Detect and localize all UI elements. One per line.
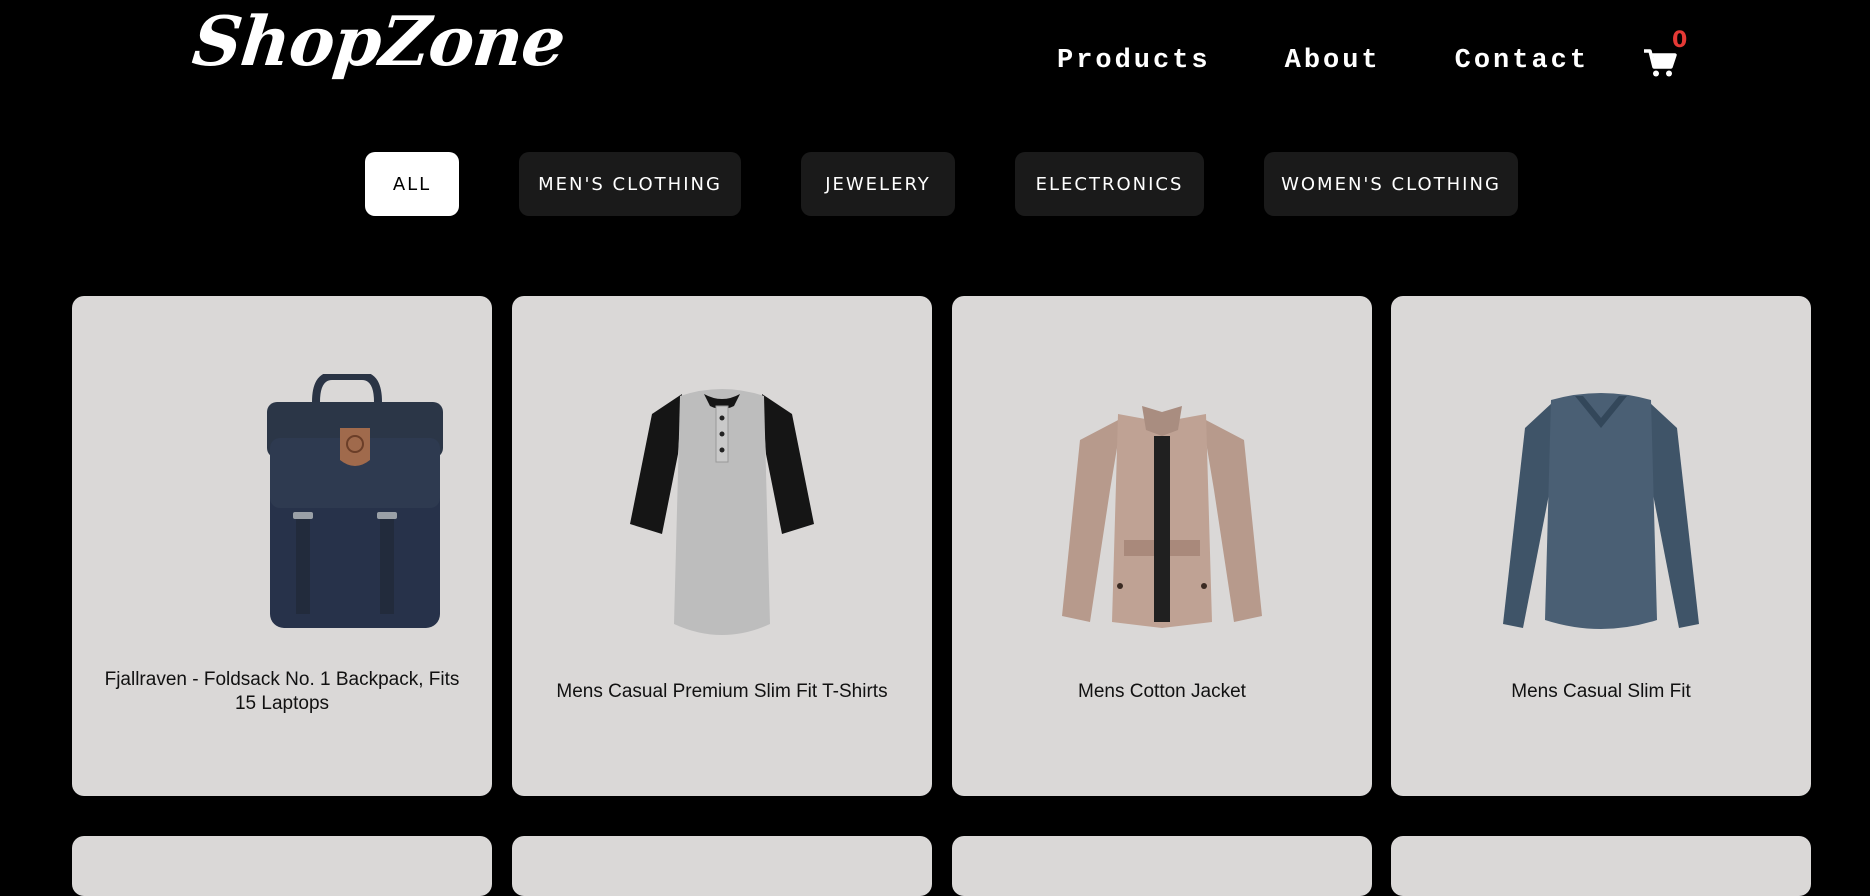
filter-mens-clothing-button[interactable]: MEN'S CLOTHING bbox=[519, 152, 741, 216]
filter-electronics-button[interactable]: ELECTRONICS bbox=[1015, 152, 1204, 216]
raglan-tshirt-image bbox=[630, 389, 814, 635]
cart-count-badge: 0 bbox=[1672, 28, 1688, 53]
product-card[interactable]: Mens Cotton Jacket bbox=[952, 296, 1372, 796]
product-title: Mens Casual Slim Fit bbox=[1511, 681, 1691, 702]
product-title: Mens Casual Premium Slim Fit T-Shirts bbox=[556, 681, 888, 702]
filter-all-button[interactable]: ALL bbox=[365, 152, 459, 216]
product-card[interactable] bbox=[1391, 836, 1811, 896]
product-title: Mens Cotton Jacket bbox=[1078, 681, 1246, 702]
logo[interactable]: ShopZone bbox=[189, 2, 569, 82]
product-card[interactable] bbox=[72, 836, 492, 896]
longsleeve-shirt-image bbox=[1503, 393, 1699, 629]
cotton-jacket-image bbox=[1062, 406, 1262, 628]
main-nav: Products About Contact bbox=[1057, 48, 1663, 75]
filter-jewelery-button[interactable]: JEWELERY bbox=[801, 152, 955, 216]
category-filters: ALL MEN'S CLOTHING JEWELERY ELECTRONICS … bbox=[0, 152, 1870, 216]
backpack-image bbox=[267, 374, 443, 628]
product-card[interactable]: Fjallraven - Foldsack No. 1 Backpack, Fi… bbox=[72, 296, 492, 796]
filter-womens-clothing-button[interactable]: WOMEN'S CLOTHING bbox=[1264, 152, 1518, 216]
product-card[interactable]: Mens Casual Slim Fit bbox=[1391, 296, 1811, 796]
nav-contact-link[interactable]: Contact bbox=[1455, 48, 1589, 75]
product-title: Fjallraven - Foldsack No. 1 Backpack, Fi… bbox=[104, 669, 460, 714]
nav-products-link[interactable]: Products bbox=[1057, 48, 1211, 75]
product-card[interactable] bbox=[952, 836, 1372, 896]
product-card[interactable]: Mens Casual Premium Slim Fit T-Shirts bbox=[512, 296, 932, 796]
nav-about-link[interactable]: About bbox=[1285, 48, 1381, 75]
product-card[interactable] bbox=[512, 836, 932, 896]
